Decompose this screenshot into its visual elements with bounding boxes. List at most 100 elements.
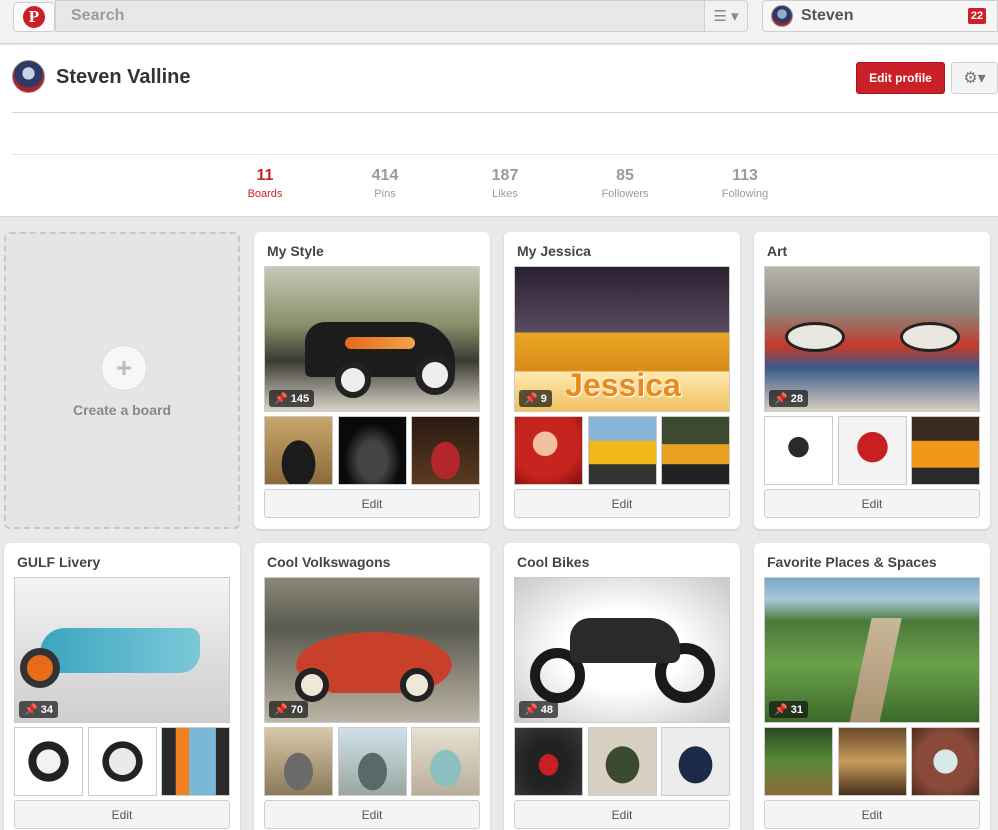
thumbnail-image[interactable]	[337, 727, 407, 796]
divider	[12, 112, 998, 113]
board-cover-image[interactable]: 📌 28	[764, 266, 980, 412]
thumbnail-image[interactable]	[161, 727, 230, 796]
board-title[interactable]: Cool Bikes	[517, 554, 589, 570]
pin-count-badge: 📌 9	[519, 390, 552, 407]
board-thumbnails	[514, 727, 730, 796]
thumbnail-image[interactable]	[911, 416, 980, 485]
board-card[interactable]: Cool Volkswagons 📌 70 Edit	[254, 543, 490, 830]
board-title[interactable]: Art	[767, 243, 787, 259]
pin-count-badge: 📌 145	[269, 390, 315, 407]
thumbnail-image[interactable]	[514, 727, 583, 796]
board-title[interactable]: Cool Volkswagons	[267, 554, 390, 570]
flame-decal	[345, 337, 415, 349]
edit-board-button[interactable]: Edit	[764, 800, 980, 829]
pin-count-badge: 📌 34	[19, 701, 59, 718]
notification-count-badge: 22	[967, 8, 987, 24]
stat-value: 187	[491, 167, 519, 184]
stat-value: 414	[371, 167, 399, 184]
thumbnail-image[interactable]	[337, 416, 407, 485]
thumbnail-image[interactable]	[837, 727, 907, 796]
board-cover-image[interactable]: 📌 48	[514, 577, 730, 723]
board-cover-image[interactable]: 📌 34	[14, 577, 230, 723]
board-cover-image[interactable]: 📌 31	[764, 577, 980, 723]
thumbnail-image[interactable]	[661, 416, 730, 485]
board-card[interactable]: Art 📌 28 Edit	[754, 232, 990, 529]
board-card[interactable]: GULF Livery 📌 34 Edit	[4, 543, 240, 830]
edit-board-button[interactable]: Edit	[264, 489, 480, 518]
stat-boards[interactable]: 11 Boards	[225, 167, 305, 200]
board-thumbnails	[514, 416, 730, 485]
thumbnail-image[interactable]	[514, 416, 583, 485]
thumbnail-image[interactable]	[764, 416, 833, 485]
gear-icon: ⚙▾	[963, 70, 986, 87]
board-title[interactable]: My Jessica	[517, 243, 591, 259]
settings-button[interactable]: ⚙▾	[951, 62, 998, 94]
hamburger-icon: ☰ ▾	[713, 8, 739, 25]
thumbnail-image[interactable]	[411, 727, 480, 796]
edit-board-button[interactable]: Edit	[514, 489, 730, 518]
pinterest-logo[interactable]: P	[13, 2, 55, 32]
pin-count: 9	[540, 393, 547, 405]
board-card[interactable]: Favorite Places & Spaces 📌 31 Edit	[754, 543, 990, 830]
board-thumbnails	[264, 727, 480, 796]
stat-following[interactable]: 113 Following	[705, 167, 785, 200]
edit-profile-button[interactable]: Edit profile	[856, 62, 945, 94]
pin-count: 70	[290, 704, 304, 716]
profile-header: Steven Valline Edit profile ⚙▾ 11 Boards…	[0, 45, 998, 217]
board-thumbnails	[14, 727, 230, 796]
edit-board-button[interactable]: Edit	[514, 800, 730, 829]
thumbnail-image[interactable]	[411, 416, 480, 485]
create-board-card[interactable]: + Create a board	[4, 232, 240, 529]
thumbnail-image[interactable]	[264, 416, 333, 485]
profile-avatar[interactable]	[12, 60, 45, 93]
stat-value: 113	[732, 167, 758, 184]
wheel	[415, 355, 455, 395]
thumbnail-image[interactable]	[14, 727, 83, 796]
thumbnail-image[interactable]	[911, 727, 980, 796]
wheel	[20, 648, 60, 688]
thumbnail-image[interactable]	[764, 727, 833, 796]
pinterest-p-icon: P	[23, 6, 45, 28]
board-cover-image[interactable]: 📌 145	[264, 266, 480, 412]
board-thumbnails	[264, 416, 480, 485]
edit-board-button[interactable]: Edit	[264, 800, 480, 829]
stat-followers[interactable]: 85 Followers	[585, 167, 665, 200]
thumbnail-image[interactable]	[587, 727, 657, 796]
painted-eye	[900, 322, 960, 352]
stat-likes[interactable]: 187 Likes	[465, 167, 545, 200]
profile-name: Steven Valline	[56, 66, 191, 88]
board-title[interactable]: GULF Livery	[17, 554, 100, 570]
board-cover-image[interactable]: 📌 70	[264, 577, 480, 723]
thumbnail-image[interactable]	[264, 727, 333, 796]
thumbnail-image[interactable]	[837, 416, 907, 485]
board-card[interactable]: My Style 📌 145 Edit	[254, 232, 490, 529]
user-menu-button[interactable]: Steven	[762, 0, 958, 32]
avatar	[771, 5, 793, 27]
pin-count-badge: 📌 28	[769, 390, 809, 407]
thumbnail-image[interactable]	[87, 727, 157, 796]
create-board-label: Create a board	[72, 402, 172, 418]
board-title[interactable]: My Style	[267, 243, 324, 259]
search-input[interactable]	[56, 1, 704, 31]
thumbnail-image[interactable]	[587, 416, 657, 485]
board-cover-image[interactable]: Jessica 📌 9	[514, 266, 730, 412]
pin-count-badge: 📌 70	[269, 701, 309, 718]
notifications-button[interactable]: 22	[957, 0, 998, 32]
painted-eye	[785, 322, 845, 352]
pin-count: 34	[40, 704, 54, 716]
wheel	[400, 668, 434, 702]
edit-board-button[interactable]: Edit	[14, 800, 230, 829]
board-card[interactable]: My Jessica Jessica 📌 9 Edit	[504, 232, 740, 529]
pin-count: 28	[790, 393, 804, 405]
wheel	[335, 362, 371, 398]
plus-icon: +	[101, 345, 147, 391]
board-thumbnails	[764, 727, 980, 796]
board-title[interactable]: Favorite Places & Spaces	[767, 554, 937, 570]
pin-count-badge: 📌 31	[769, 701, 809, 718]
trail-path	[848, 618, 902, 722]
edit-board-button[interactable]: Edit	[764, 489, 980, 518]
stat-pins[interactable]: 414 Pins	[345, 167, 425, 200]
menu-button[interactable]: ☰ ▾	[704, 0, 748, 32]
board-card[interactable]: Cool Bikes 📌 48 Edit	[504, 543, 740, 830]
thumbnail-image[interactable]	[661, 727, 730, 796]
